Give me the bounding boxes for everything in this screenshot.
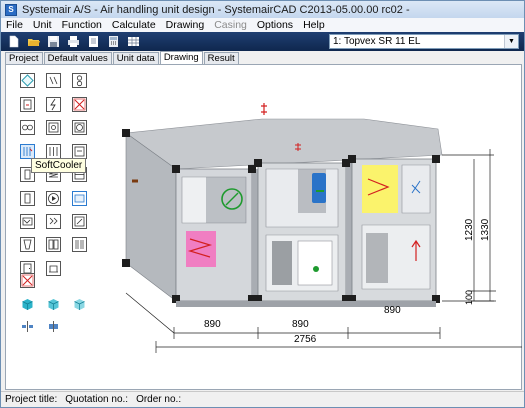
view-3d-right-icon[interactable] (46, 297, 61, 312)
status-quotation-no: Quotation no.: (65, 394, 129, 405)
yellow-exchanger (362, 165, 398, 213)
base-frame-component-icon[interactable] (46, 261, 61, 276)
menu-options[interactable]: Options (252, 18, 298, 32)
status-bar: Project title: Quotation no.: Order no.: (1, 391, 524, 407)
sound-attenuator-component-icon[interactable] (72, 237, 87, 252)
dim-section-3-label: 890 (384, 305, 401, 316)
plate-exchanger-component-icon[interactable] (72, 120, 87, 135)
tab-drawing[interactable]: Drawing (159, 51, 203, 64)
menu-unit[interactable]: Unit (28, 18, 57, 32)
dim-section-2-label: 890 (292, 319, 309, 330)
mixing-section-component-icon[interactable] (72, 214, 87, 229)
align-split-icon[interactable] (20, 319, 35, 334)
status-order-no: Order no.: (136, 394, 182, 405)
humidifier-component-icon[interactable] (20, 191, 35, 206)
tab-strip: Project Default values Unit data Drawing… (5, 51, 240, 64)
filter-bag-component-icon[interactable] (46, 73, 61, 88)
cooler-component-icon[interactable] (46, 144, 61, 159)
drawing-panel: SoftCooler 890 890 890 2756 1230 1330 10… (5, 64, 522, 390)
rotary-exchanger-component-icon[interactable] (46, 120, 61, 135)
print-button[interactable] (65, 34, 81, 49)
menu-drawing[interactable]: Drawing (161, 18, 210, 32)
blue-fan-motor (312, 173, 326, 203)
tab-project[interactable]: Project (5, 52, 43, 64)
double-coil-component-icon[interactable] (46, 237, 61, 252)
fan-component-icon[interactable] (20, 120, 35, 135)
title-bar: S Systemair A/S - Air handling unit desi… (1, 1, 524, 18)
table-icon (127, 37, 139, 46)
softcooler-tooltip: SoftCooler (31, 158, 87, 173)
dim-base-label: 100 (464, 290, 474, 305)
systemair-app-icon: S (5, 3, 17, 16)
silencer-component-icon[interactable] (72, 73, 87, 88)
bag-filter-component-icon[interactable] (20, 214, 35, 229)
view-3d-top-icon[interactable] (72, 297, 87, 312)
inspection-section-component-icon[interactable] (72, 191, 87, 206)
electric-heater-component-icon[interactable] (46, 97, 61, 112)
tab-default-values[interactable]: Default values (43, 52, 112, 64)
menu-help[interactable]: Help (298, 18, 330, 32)
open-folder-icon (27, 39, 40, 46)
app-window: S Systemair A/S - Air handling unit desi… (0, 0, 525, 408)
toolbar: 1: Topvex SR 11 EL ▼ (1, 32, 524, 51)
exhaust-air-marker (261, 103, 267, 115)
unit-select-dropdown[interactable]: 1: Topvex SR 11 EL ▼ (329, 34, 519, 49)
menu-casing: Casing (214, 19, 247, 31)
dim-height-outer-label: 1330 (480, 218, 491, 241)
new-file-icon (9, 35, 18, 48)
transition-component-icon[interactable] (20, 237, 35, 252)
window-title: Systemair A/S - Air handling unit design… (22, 3, 410, 16)
blocked-component-icon[interactable] (72, 97, 87, 112)
damper-component-icon[interactable] (20, 73, 35, 88)
open-button[interactable] (25, 34, 41, 49)
pink-filter (186, 231, 216, 267)
align-join-icon[interactable] (46, 319, 61, 334)
unit-select-value: 1: Topvex SR 11 EL (333, 36, 421, 47)
view-3d-front-icon[interactable] (20, 297, 35, 312)
status-project-title: Project title: (5, 394, 58, 405)
calculator-icon (108, 36, 118, 47)
tab-result[interactable]: Result (203, 52, 239, 64)
menu-function[interactable]: Function (57, 18, 107, 32)
menu-bar: File Unit Function Calculate Drawing Cas… (1, 18, 524, 32)
menu-file[interactable]: File (1, 18, 28, 32)
chevron-down-icon[interactable]: ▼ (504, 35, 518, 48)
play-fan-component-icon[interactable] (46, 191, 61, 206)
unit-drawing-canvas: 890 890 890 2756 1230 1330 100 (86, 65, 522, 389)
menu-calculate[interactable]: Calculate (107, 18, 161, 32)
print-icon (67, 36, 79, 47)
document-button[interactable] (85, 34, 101, 49)
save-button[interactable] (45, 34, 61, 49)
dim-overall-length-label: 2756 (294, 334, 317, 345)
coil-block (272, 241, 292, 285)
panel-filter-component-icon[interactable] (46, 214, 61, 229)
ahu-3d-drawing: 890 890 890 2756 1230 1330 100 (122, 103, 522, 353)
document-icon (88, 36, 98, 47)
heater-component-icon[interactable] (20, 97, 35, 112)
table-button[interactable] (125, 34, 141, 49)
component-palette (6, 65, 87, 389)
tab-unit-data[interactable]: Unit data (112, 52, 159, 64)
calculator-button[interactable] (105, 34, 121, 49)
new-file-button[interactable] (5, 34, 21, 49)
dim-section-1-label: 890 (204, 319, 221, 330)
softcooler-component-icon[interactable] (20, 144, 35, 159)
dim-height-inner-label: 1230 (464, 218, 475, 241)
heat-recovery-component-icon[interactable] (72, 144, 87, 159)
save-icon (47, 36, 59, 47)
